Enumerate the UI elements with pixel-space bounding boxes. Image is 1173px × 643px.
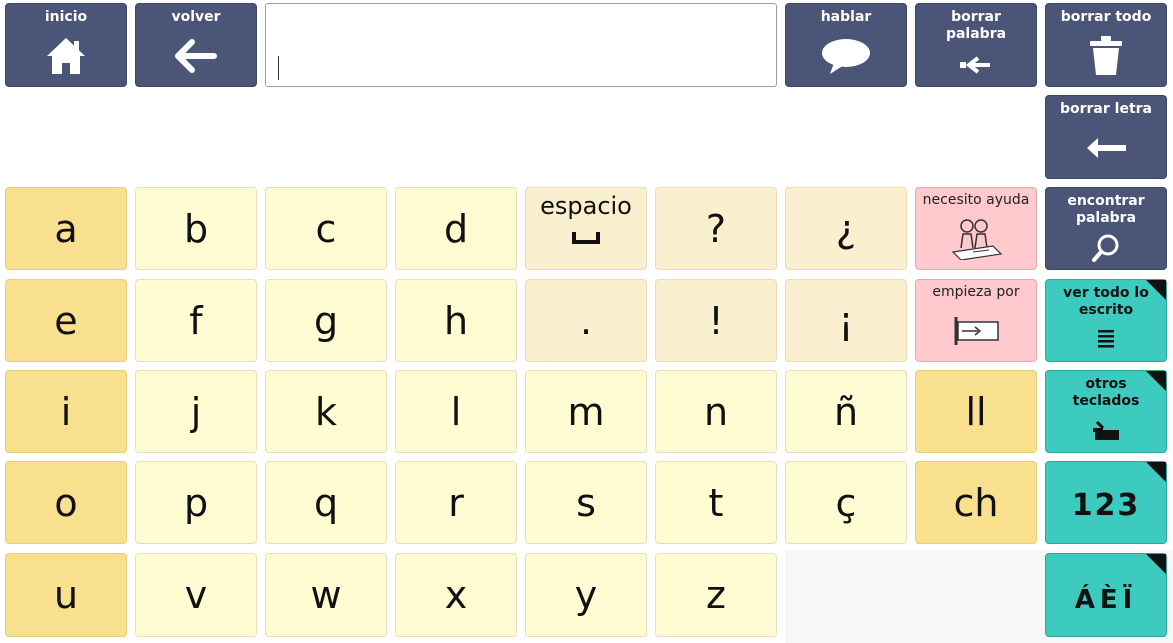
speak-label: hablar bbox=[820, 9, 872, 25]
text-lines-icon bbox=[1046, 319, 1166, 361]
delete-letter-button[interactable]: borrar letra bbox=[1045, 95, 1167, 179]
delete-word-button[interactable]: borrar palabra bbox=[915, 3, 1037, 87]
key-ll[interactable]: ll bbox=[915, 370, 1037, 453]
key-s[interactable]: s bbox=[525, 461, 647, 544]
key-o[interactable]: o bbox=[5, 461, 127, 544]
key-q[interactable]: q bbox=[265, 461, 387, 544]
key-h[interactable]: h bbox=[395, 279, 517, 362]
speech-bubble-icon bbox=[786, 26, 906, 86]
delete-letter-label: borrar letra bbox=[1059, 101, 1152, 117]
key-space[interactable]: espacio bbox=[525, 187, 647, 270]
key-j[interactable]: j bbox=[135, 370, 257, 453]
key-b[interactable]: b bbox=[135, 187, 257, 270]
key-f[interactable]: f bbox=[135, 279, 257, 362]
arrow-left-icon bbox=[136, 26, 256, 86]
find-word-button[interactable]: encontrar palabra bbox=[1045, 187, 1167, 270]
speak-button[interactable]: hablar bbox=[785, 3, 907, 87]
home-label: inicio bbox=[44, 9, 88, 25]
other-keyboards-label: otros teclados bbox=[1072, 376, 1140, 409]
key-l[interactable]: l bbox=[395, 370, 517, 453]
starts-with-icon bbox=[950, 300, 1002, 361]
starts-with-button[interactable]: empieza por bbox=[915, 279, 1037, 362]
key-z[interactable]: z bbox=[655, 553, 777, 637]
home-button[interactable]: inicio bbox=[5, 3, 127, 87]
accents-label: ÁÈÏ bbox=[1074, 585, 1138, 615]
see-all-written-button[interactable]: ver todo lo escrito bbox=[1045, 279, 1167, 362]
key-question[interactable]: ? bbox=[655, 187, 777, 270]
key-x[interactable]: x bbox=[395, 553, 517, 637]
key-w[interactable]: w bbox=[265, 553, 387, 637]
other-keyboards-button[interactable]: otros teclados bbox=[1045, 370, 1167, 453]
key-a[interactable]: a bbox=[5, 187, 127, 270]
delete-all-button[interactable]: borrar todo bbox=[1045, 3, 1167, 87]
people-help-icon bbox=[949, 208, 1003, 269]
space-label: espacio bbox=[540, 192, 632, 220]
accents-keyboard-button[interactable]: ÁÈÏ bbox=[1045, 553, 1167, 637]
key-g[interactable]: g bbox=[265, 279, 387, 362]
key-v[interactable]: v bbox=[135, 553, 257, 637]
help-phrase-button[interactable]: necesito ayuda bbox=[915, 187, 1037, 270]
key-t[interactable]: t bbox=[655, 461, 777, 544]
numbers-keyboard-button[interactable]: 123 bbox=[1045, 461, 1167, 544]
key-inverted-exclamation[interactable]: ¡ bbox=[785, 279, 907, 362]
home-icon bbox=[6, 26, 126, 86]
key-r[interactable]: r bbox=[395, 461, 517, 544]
space-bar-icon bbox=[571, 230, 601, 249]
key-ch[interactable]: ch bbox=[915, 461, 1037, 544]
key-enye[interactable]: ñ bbox=[785, 370, 907, 453]
key-d[interactable]: d bbox=[395, 187, 517, 270]
key-c-cedilla[interactable]: ç bbox=[785, 461, 907, 544]
delete-word-label: borrar palabra bbox=[945, 9, 1007, 42]
starts-with-label: empieza por bbox=[932, 284, 1020, 300]
numbers-label: 123 bbox=[1071, 488, 1141, 523]
back-label: volver bbox=[171, 9, 221, 25]
magnifier-icon bbox=[1046, 227, 1166, 269]
back-button[interactable]: volver bbox=[135, 3, 257, 87]
keyboard-icon bbox=[1046, 410, 1166, 452]
key-k[interactable]: k bbox=[265, 370, 387, 453]
key-e[interactable]: e bbox=[5, 279, 127, 362]
message-window[interactable] bbox=[265, 3, 777, 87]
find-word-label: encontrar palabra bbox=[1067, 193, 1145, 226]
key-exclamation[interactable]: ! bbox=[655, 279, 777, 362]
text-caret bbox=[278, 56, 279, 80]
key-n[interactable]: n bbox=[655, 370, 777, 453]
key-i[interactable]: i bbox=[5, 370, 127, 453]
see-all-label: ver todo lo escrito bbox=[1063, 285, 1149, 318]
key-m[interactable]: m bbox=[525, 370, 647, 453]
key-period[interactable]: . bbox=[525, 279, 647, 362]
key-inverted-question[interactable]: ¿ bbox=[785, 187, 907, 270]
help-label: necesito ayuda bbox=[922, 192, 1030, 208]
key-u[interactable]: u bbox=[5, 553, 127, 637]
delete-all-label: borrar todo bbox=[1060, 9, 1152, 25]
backspace-arrow-icon bbox=[1046, 118, 1166, 178]
delete-word-icon bbox=[916, 43, 1036, 86]
key-y[interactable]: y bbox=[525, 553, 647, 637]
key-c[interactable]: c bbox=[265, 187, 387, 270]
key-p[interactable]: p bbox=[135, 461, 257, 544]
trash-icon bbox=[1046, 26, 1166, 86]
